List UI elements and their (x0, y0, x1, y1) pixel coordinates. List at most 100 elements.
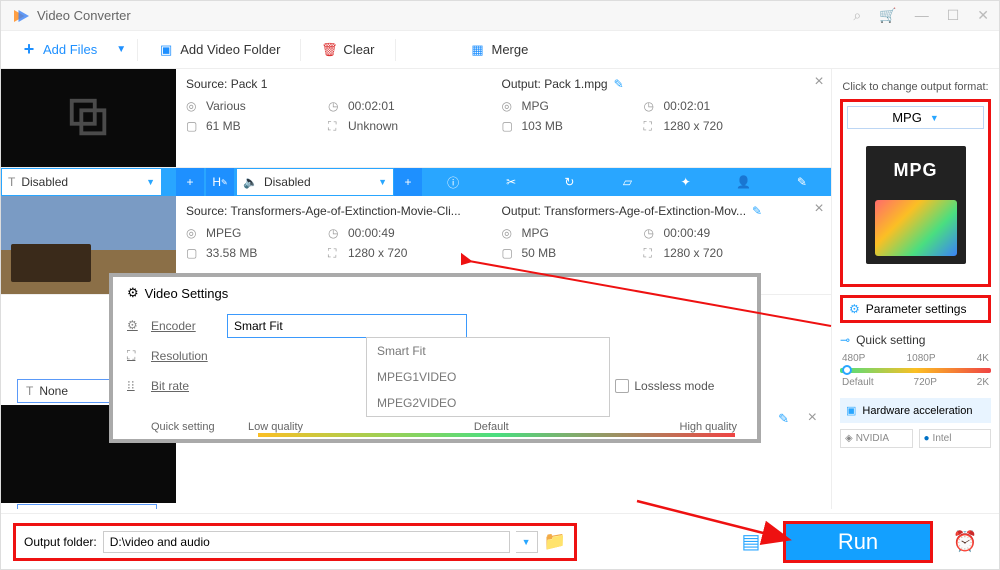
subtitle-settings-button[interactable]: H✎ (206, 168, 234, 196)
lossless-checkbox[interactable]: Lossless mode (615, 379, 714, 393)
intel-icon: ● (924, 433, 930, 444)
none-label: None (39, 384, 68, 398)
cart-icon[interactable]: 🛒 (879, 7, 896, 24)
add-video-folder-button[interactable]: ▣ Add Video Folder (148, 37, 290, 63)
src-duration: 00:02:01 (348, 99, 395, 113)
gear-icon: ⚙ (127, 318, 143, 334)
dimensions-icon: ⛶ (644, 246, 658, 260)
chevron-down-icon: ▼ (930, 113, 939, 123)
file-item: Source: Pack 1 ◎Various ◷00:02:01 ▢61 MB… (1, 69, 831, 168)
subtitle-select[interactable]: T Disabled ▼ (1, 168, 162, 196)
cut-tool[interactable]: ✂ (482, 168, 540, 196)
chip-icon: ▣ (846, 404, 856, 417)
plus-icon: + (21, 42, 37, 58)
encoder-option[interactable]: Smart Fit (367, 338, 609, 364)
src-format: Various (206, 99, 246, 113)
schedule-icon[interactable]: ⏰ (943, 524, 987, 560)
out-duration: 00:00:49 (664, 226, 711, 240)
src-resolution: 1280 x 720 (348, 246, 407, 260)
quick-setting-panel: ⊸Quick setting 480P1080P4K Default720P2K (840, 333, 991, 388)
run-button[interactable]: Run (783, 521, 933, 563)
intel-chip[interactable]: ●Intel (919, 429, 992, 448)
clock-icon: ◷ (644, 226, 658, 240)
output-folder-box: Output folder: D:\video and audio ▼ 📁 (13, 523, 577, 561)
format-select[interactable]: MPG ▼ (847, 106, 984, 129)
minimize-icon[interactable]: — (915, 7, 929, 24)
clock-icon: ◷ (644, 99, 658, 113)
remove-item-button[interactable]: × (807, 69, 831, 167)
bitrate-label: Bit rate (151, 379, 189, 393)
merge-button[interactable]: ▦ Merge (460, 37, 539, 63)
slider-handle[interactable] (842, 365, 852, 375)
subtitle-none-badge[interactable]: T None (17, 504, 157, 509)
quality-scale: Low quality Default High quality (248, 421, 737, 433)
remove-item-button[interactable]: × (808, 409, 817, 427)
output-folder-dropdown[interactable]: ▼ (516, 531, 538, 553)
clear-button[interactable]: 🗑 Clear (311, 37, 384, 63)
output-label: Output: Transformers-Age-of-Extinction-M… (502, 204, 747, 218)
audio-select[interactable]: 🔈 Disabled ▼ (236, 168, 394, 196)
playlist-icon[interactable]: ▤ (729, 524, 773, 560)
remove-item-button[interactable]: × (807, 196, 831, 294)
chevron-down-icon: ▼ (378, 177, 387, 187)
dimensions-icon: ⛶ (328, 246, 342, 260)
edit-output-icon[interactable]: ✎ (778, 411, 789, 427)
quick-setting-label: Quick setting (856, 333, 925, 347)
nvidia-chip[interactable]: ◈NVIDIA (840, 429, 913, 448)
dimensions-icon: ⛶ (644, 119, 658, 133)
effects-tool[interactable]: ✦ (657, 168, 715, 196)
folder-icon: ▢ (186, 119, 200, 133)
sidebar: Click to change output format: MPG ▼ MPG… (831, 69, 999, 509)
add-files-label: Add Files (43, 42, 97, 57)
speaker-icon: 🔈 (243, 175, 258, 189)
add-subtitle-button[interactable]: + (176, 168, 204, 196)
video-settings-dialog: ⚙ Video Settings ⚙Encoder ⛶Resolution ✎C… (109, 273, 761, 443)
add-folder-label: Add Video Folder (180, 42, 280, 57)
watermark-tool[interactable]: 👤 (715, 168, 773, 196)
merge-icon: ▦ (470, 42, 486, 58)
add-files-dropdown[interactable]: ▼ (111, 39, 127, 60)
maximize-icon[interactable]: ☐ (947, 7, 960, 24)
browse-folder-icon[interactable]: 📁 (544, 531, 566, 552)
output-label: Output: Pack 1.mpg (502, 77, 608, 91)
quick-setting-slider[interactable] (840, 368, 991, 373)
info-tool[interactable]: ⓘ (424, 168, 482, 196)
format-preview[interactable]: MPG (847, 129, 984, 280)
source-label: Source: Transformers-Age-of-Extinction-M… (186, 202, 482, 220)
edit-output-icon[interactable]: ✎ (614, 77, 624, 91)
search-icon[interactable]: ⌕ (853, 7, 861, 24)
slider-icon: ⊸ (840, 333, 850, 347)
parameter-settings-button[interactable]: ⚙ Parameter settings (840, 295, 991, 323)
format-icon: ◎ (502, 226, 516, 240)
encoder-dropdown: Smart Fit MPEG1VIDEO MPEG2VIDEO (366, 337, 610, 417)
crop-tool[interactable]: ▱ (598, 168, 656, 196)
edit-tool[interactable]: ✎ (773, 168, 831, 196)
close-window-icon[interactable]: ✕ (977, 7, 989, 24)
encoder-option[interactable]: MPEG2VIDEO (367, 390, 609, 416)
window-title: Video Converter (37, 8, 853, 23)
hardware-acceleration-button[interactable]: ▣ Hardware acceleration (840, 398, 991, 423)
stack-icon (66, 95, 112, 141)
clock-icon: ◷ (328, 226, 342, 240)
bottom-bar: Output folder: D:\video and audio ▼ 📁 ▤ … (1, 513, 999, 569)
add-files-button[interactable]: + Add Files (11, 37, 107, 63)
src-resolution: Unknown (348, 119, 398, 133)
quality-slider[interactable] (258, 433, 735, 437)
encoder-option[interactable]: MPEG1VIDEO (367, 364, 609, 390)
out-resolution: 1280 x 720 (664, 246, 723, 260)
format-caption: Click to change output format: (840, 81, 991, 93)
folder-video-icon: ▣ (158, 42, 174, 58)
subtitle-icon: T (8, 175, 15, 189)
resolution-label: Resolution (151, 349, 208, 363)
chevron-down-icon: ▼ (146, 177, 155, 187)
format-icon: ◎ (502, 99, 516, 113)
output-folder-input[interactable]: D:\video and audio (103, 531, 510, 553)
out-size: 103 MB (522, 119, 563, 133)
thumbnail[interactable] (1, 69, 176, 167)
output-folder-label: Output folder: (24, 535, 97, 549)
subtitle-icon: T (26, 384, 33, 398)
rotate-tool[interactable]: ↻ (540, 168, 598, 196)
edit-output-icon[interactable]: ✎ (752, 204, 762, 218)
encoder-input[interactable] (227, 314, 467, 338)
add-audio-button[interactable]: + (394, 168, 422, 196)
